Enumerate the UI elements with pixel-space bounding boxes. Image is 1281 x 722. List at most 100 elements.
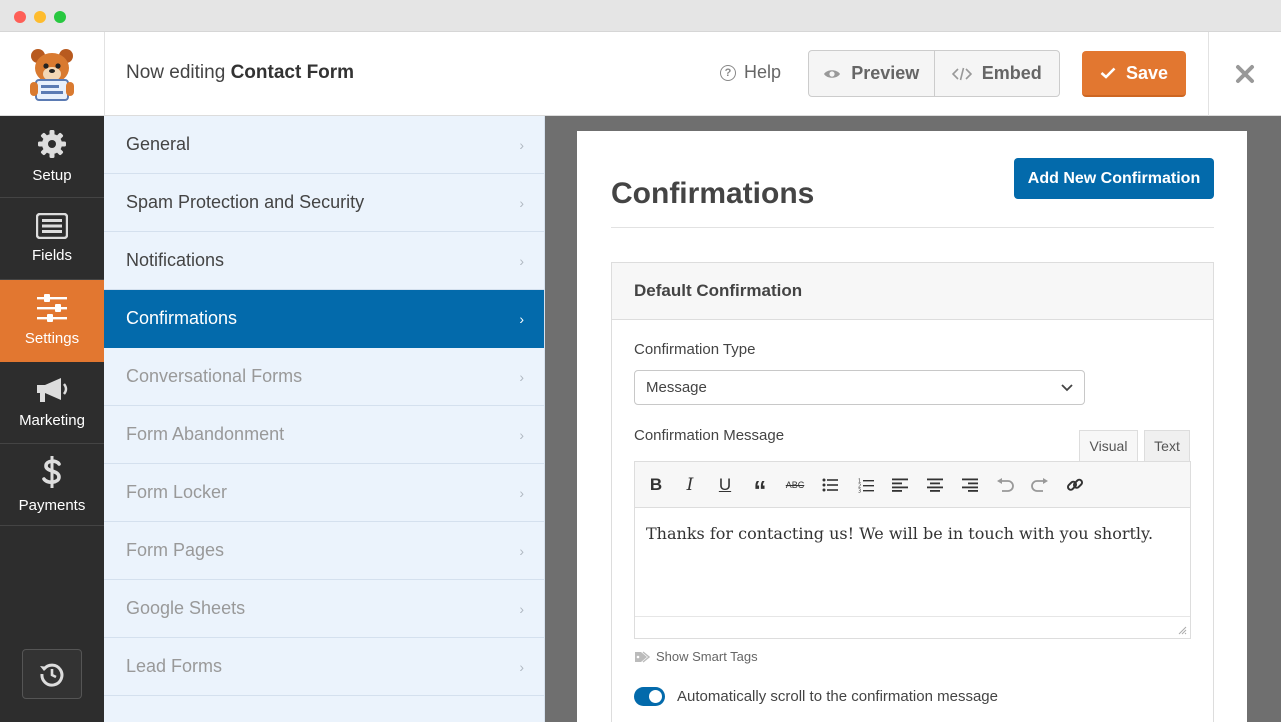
- redo-icon[interactable]: [1028, 473, 1052, 497]
- smart-tags-label: Show Smart Tags: [656, 649, 758, 664]
- page-title: Confirmations: [611, 177, 815, 210]
- help-button[interactable]: ? Help: [720, 62, 781, 83]
- panel-item-label: Spam Protection and Security: [126, 192, 365, 212]
- show-smart-tags-link[interactable]: Show Smart Tags: [634, 649, 758, 664]
- tab-visual[interactable]: Visual: [1079, 430, 1138, 461]
- settings-panel: General › Spam Protection and Security ›…: [104, 116, 545, 722]
- auto-scroll-label: Automatically scroll to the confirmation…: [677, 688, 998, 705]
- main-preview-area: Confirmations Add New Confirmation Defau…: [545, 116, 1281, 722]
- preview-button[interactable]: Preview: [809, 51, 934, 96]
- message-editor: B I U “ ABC 123 Thanks for contacting us…: [634, 461, 1191, 639]
- blockquote-icon[interactable]: “: [748, 473, 772, 505]
- bold-icon[interactable]: B: [644, 473, 668, 497]
- undo-icon[interactable]: [993, 473, 1017, 497]
- panel-item-label: Form Pages: [126, 540, 225, 560]
- embed-button[interactable]: Embed: [933, 51, 1060, 96]
- chevron-down-icon: [1061, 384, 1073, 392]
- chevron-right-icon: ›: [519, 310, 524, 327]
- panel-item-label: Notifications: [126, 250, 225, 270]
- chevron-right-icon: ›: [519, 542, 524, 559]
- panel-item-notifications[interactable]: Notifications ›: [104, 232, 544, 290]
- history-icon: [40, 663, 64, 687]
- editing-title: Now editing Contact Form: [126, 62, 354, 84]
- sidebar-item-settings[interactable]: Settings: [0, 280, 104, 362]
- editing-prefix: Now editing: [126, 62, 226, 83]
- panel-item-lead-forms[interactable]: Lead Forms ›: [104, 638, 544, 696]
- sidebar-item-marketing[interactable]: Marketing: [0, 362, 104, 444]
- panel-item-conversational-forms[interactable]: Conversational Forms ›: [104, 348, 544, 406]
- form-name: Contact Form: [230, 62, 355, 83]
- default-confirmation-block: Default Confirmation Confirmation Type M…: [611, 262, 1214, 722]
- save-button[interactable]: Save: [1082, 51, 1186, 97]
- resize-handle-icon[interactable]: [1177, 625, 1187, 635]
- wpforms-logo[interactable]: [0, 32, 105, 116]
- underline-icon[interactable]: U: [713, 473, 737, 497]
- sidebar-item-payments[interactable]: Payments: [0, 444, 104, 526]
- save-label: Save: [1125, 62, 1169, 83]
- panel-item-form-locker[interactable]: Form Locker ›: [104, 464, 544, 522]
- megaphone-icon: [37, 378, 68, 402]
- sidebar-item-label: Marketing: [19, 412, 85, 429]
- divider: [611, 227, 1214, 228]
- tags-icon: [635, 650, 650, 663]
- minimize-window-button[interactable]: [34, 11, 46, 23]
- panel-item-label: Confirmations: [126, 308, 238, 328]
- panel-item-confirmations[interactable]: Confirmations ›: [104, 290, 544, 348]
- numbered-list-icon[interactable]: 123: [854, 473, 878, 497]
- editor-toolbar: B I U “ ABC 123: [635, 462, 1190, 508]
- align-center-icon[interactable]: [923, 473, 947, 497]
- strikethrough-icon[interactable]: ABC: [783, 473, 807, 497]
- builder-sidebar: Setup Fields Settings Marketing Payments: [0, 116, 104, 722]
- window-titlebar: [0, 0, 1281, 32]
- sidebar-item-label: Payments: [18, 497, 86, 514]
- chevron-right-icon: ›: [519, 426, 524, 443]
- sidebar-item-fields[interactable]: Fields: [0, 198, 104, 280]
- builder-header: Now editing Contact Form ? Help Preview …: [0, 32, 1281, 116]
- bear-mascot-icon: [30, 49, 74, 101]
- help-label: Help: [744, 62, 782, 82]
- panel-item-label: Form Locker: [126, 482, 228, 502]
- dollar-icon: [42, 456, 61, 488]
- auto-scroll-setting: Automatically scroll to the confirmation…: [634, 687, 998, 706]
- sidebar-item-label: Fields: [31, 247, 72, 264]
- close-builder-button[interactable]: [1208, 32, 1281, 116]
- confirmation-heading[interactable]: Default Confirmation: [612, 263, 1213, 320]
- panel-item-label: Lead Forms: [126, 656, 223, 676]
- fields-icon: [36, 213, 68, 239]
- preview-embed-group: Preview Embed: [808, 50, 1060, 97]
- tab-text[interactable]: Text: [1144, 430, 1190, 461]
- align-right-icon[interactable]: [958, 473, 982, 497]
- sidebar-item-label: Setup: [32, 167, 72, 184]
- sliders-icon: [37, 294, 67, 322]
- close-window-button[interactable]: [14, 11, 26, 23]
- help-icon: ?: [720, 64, 736, 81]
- chevron-right-icon: ›: [519, 136, 524, 153]
- add-new-confirmation-button[interactable]: Add New Confirmation: [1014, 158, 1214, 199]
- align-left-icon[interactable]: [888, 473, 912, 497]
- sidebar-item-setup[interactable]: Setup: [0, 116, 104, 198]
- italic-icon[interactable]: I: [678, 473, 702, 497]
- panel-item-form-pages[interactable]: Form Pages ›: [104, 522, 544, 580]
- close-icon: [1236, 65, 1254, 83]
- revisions-button[interactable]: [22, 649, 82, 699]
- gear-icon: [38, 130, 66, 158]
- embed-label: Embed: [981, 63, 1042, 83]
- confirmation-message-label: Confirmation Message: [634, 427, 785, 444]
- link-icon[interactable]: [1063, 473, 1087, 497]
- panel-item-label: Google Sheets: [126, 598, 246, 618]
- panel-item-google-sheets[interactable]: Google Sheets ›: [104, 580, 544, 638]
- code-icon: [951, 67, 972, 80]
- confirmation-type-value: Message: [646, 379, 707, 396]
- panel-item-form-abandonment[interactable]: Form Abandonment ›: [104, 406, 544, 464]
- bullet-list-icon[interactable]: [818, 473, 842, 497]
- message-textarea[interactable]: Thanks for contacting us! We will be in …: [635, 508, 1190, 616]
- panel-item-spam-protection[interactable]: Spam Protection and Security ›: [104, 174, 544, 232]
- chevron-right-icon: ›: [519, 484, 524, 501]
- maximize-window-button[interactable]: [54, 11, 66, 23]
- panel-item-general[interactable]: General ›: [104, 116, 544, 174]
- confirmation-type-select[interactable]: Message: [634, 370, 1085, 405]
- confirmation-type-label: Confirmation Type: [634, 341, 756, 358]
- auto-scroll-toggle[interactable]: [634, 687, 665, 706]
- preview-label: Preview: [851, 63, 920, 83]
- chevron-right-icon: ›: [519, 252, 524, 269]
